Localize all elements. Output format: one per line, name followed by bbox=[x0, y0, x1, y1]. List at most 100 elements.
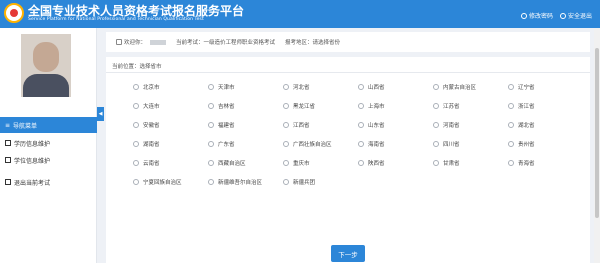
province-radio[interactable] bbox=[208, 121, 214, 128]
province-option[interactable]: 辽宁省 bbox=[508, 82, 583, 91]
breadcrumb: 当前位置：选择省市 bbox=[112, 64, 162, 70]
province-radio[interactable] bbox=[433, 83, 439, 90]
province-radio[interactable] bbox=[433, 140, 439, 147]
province-option[interactable]: 山东省 bbox=[358, 120, 433, 129]
province-label: 青海省 bbox=[518, 160, 535, 167]
province-option[interactable]: 河南省 bbox=[433, 120, 508, 129]
app-header: 全国专业技术人员资格考试报名服务平台 Service Platform for … bbox=[0, 0, 600, 28]
current-exam-text: 当前考试：一级造价工程师职业资格考试 bbox=[176, 40, 276, 46]
province-option[interactable]: 浙江省 bbox=[508, 101, 583, 110]
sidebar-item-degree[interactable]: 学位信息维护 bbox=[0, 152, 97, 168]
province-radio[interactable] bbox=[133, 83, 139, 90]
province-radio[interactable] bbox=[133, 102, 139, 109]
province-radio[interactable] bbox=[208, 159, 214, 166]
province-option[interactable]: 陕西省 bbox=[358, 158, 433, 167]
sidebar: ≡ 导航菜单 学历信息维护 学位信息维护 退出当前考试 bbox=[0, 28, 97, 263]
province-option[interactable]: 宁夏回族自治区 bbox=[133, 177, 208, 186]
province-label: 四川省 bbox=[443, 141, 460, 148]
province-label: 江西省 bbox=[293, 122, 310, 129]
province-option[interactable]: 广东省 bbox=[208, 139, 283, 148]
province-radio[interactable] bbox=[358, 121, 364, 128]
province-option[interactable]: 贵州省 bbox=[508, 139, 583, 148]
province-label: 贵州省 bbox=[518, 141, 535, 148]
province-label: 福建省 bbox=[218, 122, 235, 129]
sidebar-collapse-button[interactable]: ◀ bbox=[97, 107, 104, 121]
province-option[interactable]: 安徽省 bbox=[133, 120, 208, 129]
province-radio[interactable] bbox=[283, 140, 289, 147]
province-label: 重庆市 bbox=[293, 160, 310, 167]
province-option[interactable]: 湖北省 bbox=[508, 120, 583, 129]
province-radio[interactable] bbox=[133, 159, 139, 166]
province-radio[interactable] bbox=[358, 159, 364, 166]
province-option[interactable]: 上海市 bbox=[358, 101, 433, 110]
sidebar-item-education[interactable]: 学历信息维护 bbox=[0, 135, 97, 151]
document-icon bbox=[5, 140, 11, 146]
province-label: 天津市 bbox=[218, 84, 235, 91]
province-radio[interactable] bbox=[208, 178, 214, 185]
province-option[interactable]: 黑龙江省 bbox=[283, 101, 358, 110]
province-option[interactable]: 湖南省 bbox=[133, 139, 208, 148]
province-radio[interactable] bbox=[283, 178, 289, 185]
province-radio[interactable] bbox=[358, 140, 364, 147]
scrollbar-thumb[interactable] bbox=[595, 48, 599, 218]
province-radio[interactable] bbox=[433, 121, 439, 128]
sidebar-item-nav-menu[interactable]: ≡ 导航菜单 bbox=[0, 117, 97, 133]
province-option[interactable]: 海南省 bbox=[358, 139, 433, 148]
province-label: 广东省 bbox=[218, 141, 235, 148]
sidebar-item-exit-exam[interactable]: 退出当前考试 bbox=[0, 174, 97, 190]
province-option[interactable]: 新疆兵团 bbox=[283, 177, 358, 186]
province-radio[interactable] bbox=[283, 83, 289, 90]
province-label: 甘肃省 bbox=[443, 160, 460, 167]
province-option[interactable]: 内蒙古自治区 bbox=[433, 82, 508, 91]
province-radio[interactable] bbox=[358, 83, 364, 90]
province-option[interactable]: 重庆市 bbox=[283, 158, 358, 167]
next-button[interactable]: 下一步 bbox=[331, 245, 365, 262]
province-option[interactable]: 吉林省 bbox=[208, 101, 283, 110]
province-option[interactable]: 大连市 bbox=[133, 101, 208, 110]
province-radio[interactable] bbox=[208, 140, 214, 147]
logout-button[interactable]: 安全退出 bbox=[560, 11, 592, 20]
province-radio[interactable] bbox=[433, 102, 439, 109]
province-option[interactable]: 山西省 bbox=[358, 82, 433, 91]
province-radio[interactable] bbox=[508, 83, 514, 90]
province-grid: 北京市 天津市 河北省 山西省 内蒙古自治区 辽宁省大连市 吉林省 黑龙江省 上海市 江苏省 浙江省… bbox=[133, 82, 583, 186]
sidebar-item-label: 学历信息维护 bbox=[14, 140, 51, 148]
province-option[interactable]: 青海省 bbox=[508, 158, 583, 167]
province-option[interactable]: 福建省 bbox=[208, 120, 283, 129]
province-option[interactable]: 河北省 bbox=[283, 82, 358, 91]
province-radio[interactable] bbox=[283, 121, 289, 128]
province-radio[interactable] bbox=[508, 159, 514, 166]
province-label: 浙江省 bbox=[518, 103, 535, 110]
province-option[interactable]: 江苏省 bbox=[433, 101, 508, 110]
province-label: 新疆维吾尔自治区 bbox=[218, 179, 263, 186]
province-radio[interactable] bbox=[508, 140, 514, 147]
province-option[interactable]: 江西省 bbox=[283, 120, 358, 129]
province-option[interactable]: 新疆维吾尔自治区 bbox=[208, 177, 283, 186]
change-password-button[interactable]: 修改密码 bbox=[521, 11, 553, 20]
province-radio[interactable] bbox=[208, 102, 214, 109]
province-radio[interactable] bbox=[508, 102, 514, 109]
province-option[interactable]: 北京市 bbox=[133, 82, 208, 91]
province-option[interactable]: 西藏自治区 bbox=[208, 158, 283, 167]
province-radio[interactable] bbox=[358, 102, 364, 109]
scrollbar[interactable] bbox=[594, 28, 600, 263]
province-option[interactable]: 广西壮族自治区 bbox=[283, 139, 358, 148]
province-radio[interactable] bbox=[433, 159, 439, 166]
province-radio[interactable] bbox=[133, 121, 139, 128]
province-option[interactable]: 天津市 bbox=[208, 82, 283, 91]
exit-icon bbox=[5, 179, 11, 185]
province-label: 黑龙江省 bbox=[293, 103, 316, 110]
province-option[interactable]: 四川省 bbox=[433, 139, 508, 148]
province-label: 新疆兵团 bbox=[293, 179, 316, 186]
province-label: 山西省 bbox=[368, 84, 385, 91]
province-radio[interactable] bbox=[283, 159, 289, 166]
province-radio[interactable] bbox=[133, 140, 139, 147]
province-radio[interactable] bbox=[508, 121, 514, 128]
province-option[interactable]: 云南省 bbox=[133, 158, 208, 167]
username-redacted bbox=[150, 39, 167, 45]
province-radio[interactable] bbox=[283, 102, 289, 109]
province-radio[interactable] bbox=[133, 178, 139, 185]
province-label: 安徽省 bbox=[143, 122, 160, 129]
province-radio[interactable] bbox=[208, 83, 214, 90]
province-option[interactable]: 甘肃省 bbox=[433, 158, 508, 167]
